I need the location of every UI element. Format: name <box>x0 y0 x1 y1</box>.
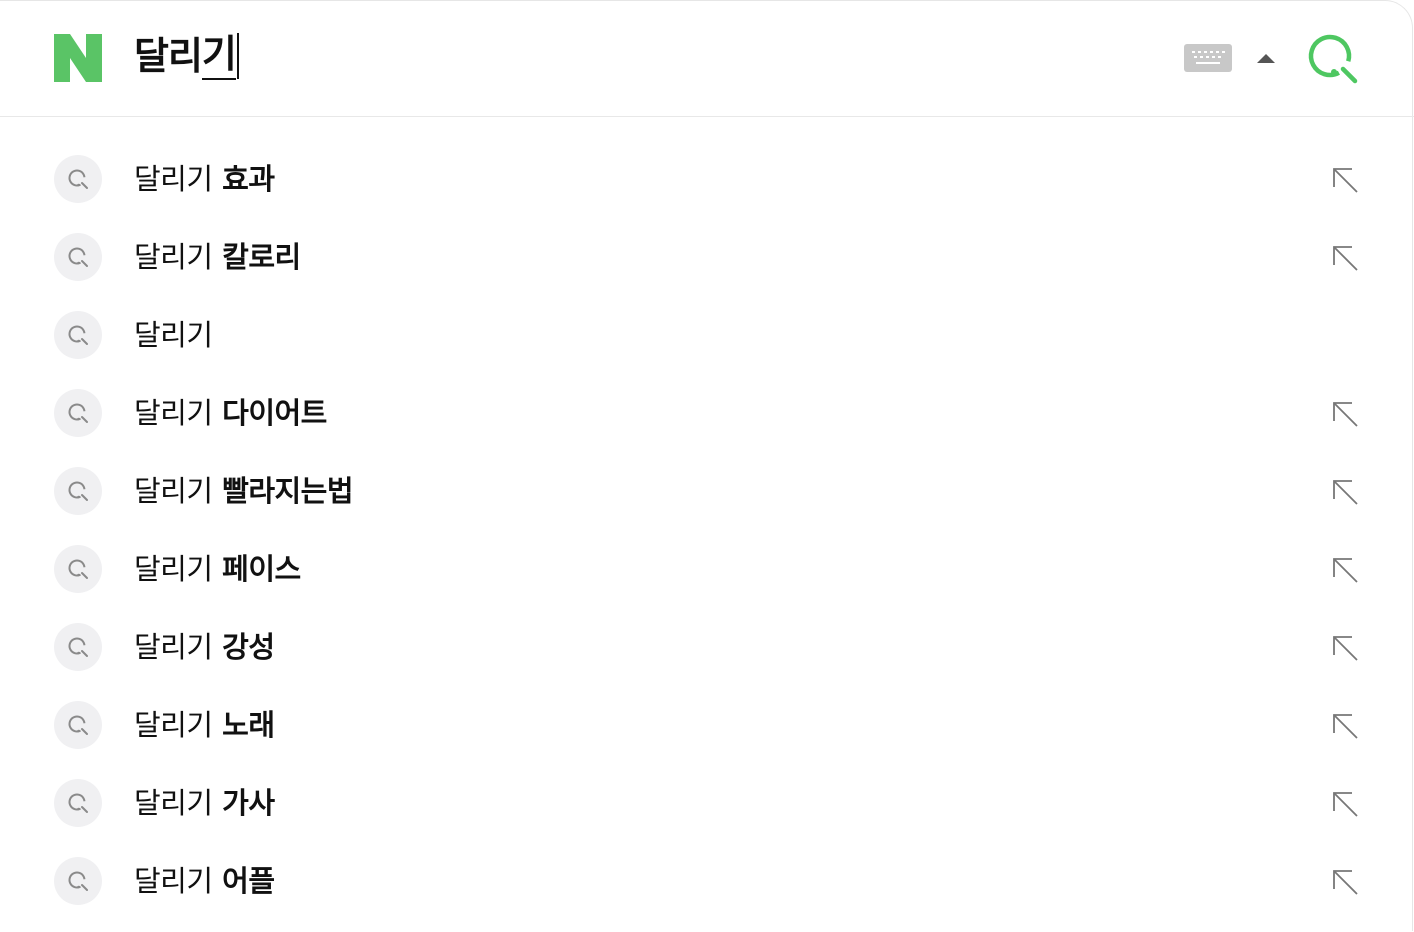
fill-query-arrow-icon[interactable] <box>1330 243 1360 273</box>
suggestion-item[interactable]: 달리기 노래 <box>0 685 1414 763</box>
suggestion-completion: 페이스 <box>212 552 301 586</box>
suggestion-text: 달리기 <box>134 313 213 357</box>
caret-up-icon[interactable] <box>1256 51 1276 65</box>
fill-query-arrow-icon[interactable] <box>1330 711 1360 741</box>
suggestion-text: 달리기 노래 <box>134 703 275 747</box>
fill-query-arrow-icon[interactable] <box>1330 555 1360 585</box>
suggestion-list: 달리기 효과 달리기 칼로리 달리기 달리기 다이어트 달리기 빨라지는법 달리기 페이스… <box>0 139 1414 919</box>
fill-query-arrow-icon[interactable] <box>1330 165 1360 195</box>
suggestion-search-icon <box>54 311 102 359</box>
suggestion-text: 달리기 가사 <box>134 781 275 825</box>
suggestion-completion: 칼로리 <box>212 240 301 274</box>
suggestion-search-icon <box>54 623 102 671</box>
suggestion-completion: 가사 <box>212 786 275 820</box>
suggestion-search-icon <box>54 233 102 281</box>
suggestion-search-icon <box>54 779 102 827</box>
query-composing-char: 기 <box>201 32 237 80</box>
search-page: 달리 기 달리기 효과 달리기 칼로리 달리기 달리기 다이어트 달리기 빨라지… <box>0 0 1414 932</box>
suggestion-prefix: 달리기 <box>134 864 213 898</box>
search-input[interactable]: 달리 기 <box>134 28 239 84</box>
suggestion-item[interactable]: 달리기 빨라지는법 <box>0 451 1414 529</box>
suggestion-item[interactable]: 달리기 강성 <box>0 607 1414 685</box>
fill-query-arrow-icon[interactable] <box>1330 867 1360 897</box>
text-caret <box>236 33 239 79</box>
suggestion-prefix: 달리기 <box>134 396 213 430</box>
suggestion-completion: 노래 <box>212 708 275 742</box>
suggestion-search-icon <box>54 467 102 515</box>
search-button-icon[interactable] <box>1306 33 1360 85</box>
fill-query-arrow-icon[interactable] <box>1330 477 1360 507</box>
suggestion-search-icon <box>54 389 102 437</box>
suggestion-search-icon <box>54 155 102 203</box>
suggestion-item[interactable]: 달리기 어플 <box>0 841 1414 919</box>
suggestion-item[interactable]: 달리기 페이스 <box>0 529 1414 607</box>
suggestion-item[interactable]: 달리기 효과 <box>0 139 1414 217</box>
naver-logo-icon[interactable] <box>54 34 102 82</box>
suggestion-text: 달리기 페이스 <box>134 547 301 591</box>
keyboard-icon[interactable] <box>1184 44 1232 72</box>
suggestion-prefix: 달리기 <box>134 630 213 664</box>
suggestion-text: 달리기 칼로리 <box>134 235 301 279</box>
suggestion-text: 달리기 어플 <box>134 859 275 903</box>
suggestion-text: 달리기 효과 <box>134 157 275 201</box>
suggestion-prefix: 달리기 <box>134 162 213 196</box>
suggestion-completion: 빨라지는법 <box>212 474 354 508</box>
suggestion-completion: 어플 <box>212 864 275 898</box>
suggestion-completion: 다이어트 <box>212 396 327 430</box>
suggestion-prefix: 달리기 <box>134 552 213 586</box>
suggestion-completion: 효과 <box>212 162 275 196</box>
suggestion-item[interactable]: 달리기 칼로리 <box>0 217 1414 295</box>
suggestion-text: 달리기 빨라지는법 <box>134 469 354 513</box>
fill-query-arrow-icon[interactable] <box>1330 633 1360 663</box>
suggestion-item[interactable]: 달리기 가사 <box>0 763 1414 841</box>
suggestion-text: 달리기 다이어트 <box>134 391 327 435</box>
suggestion-text: 달리기 강성 <box>134 625 275 669</box>
suggestion-search-icon <box>54 857 102 905</box>
suggestion-item[interactable]: 달리기 다이어트 <box>0 373 1414 451</box>
suggestion-prefix: 달리기 <box>134 318 213 352</box>
suggestion-prefix: 달리기 <box>134 708 213 742</box>
search-header: 달리 기 <box>0 0 1414 117</box>
suggestion-search-icon <box>54 701 102 749</box>
suggestion-search-icon <box>54 545 102 593</box>
suggestion-prefix: 달리기 <box>134 474 213 508</box>
fill-query-arrow-icon[interactable] <box>1330 399 1360 429</box>
suggestion-completion: 강성 <box>212 630 275 664</box>
suggestion-prefix: 달리기 <box>134 240 213 274</box>
suggestion-item[interactable]: 달리기 <box>0 295 1414 373</box>
fill-query-arrow-icon[interactable] <box>1330 789 1360 819</box>
query-text: 달리 <box>134 34 203 78</box>
suggestion-prefix: 달리기 <box>134 786 213 820</box>
